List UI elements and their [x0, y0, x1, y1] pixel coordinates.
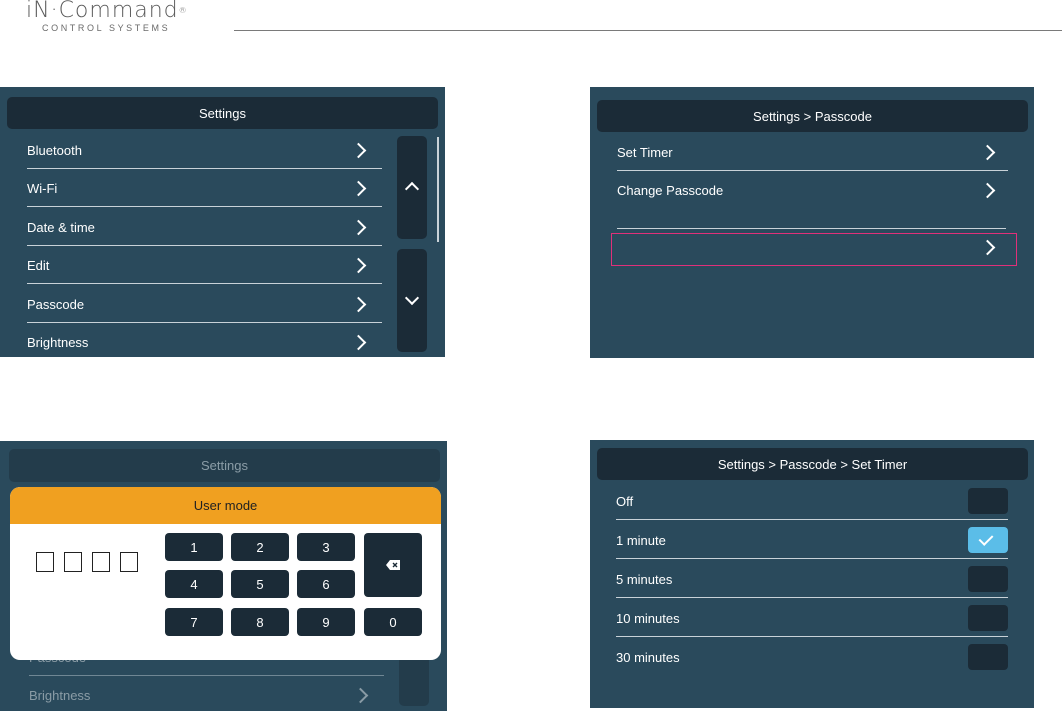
timer-option-30-minutes[interactable]: 30 minutes	[616, 644, 966, 670]
key-label: 9	[322, 614, 330, 630]
key-label: 6	[322, 576, 330, 592]
divider	[27, 245, 382, 246]
timer-option-label: 30 minutes	[616, 649, 680, 665]
settings-item-label: Wi-Fi	[27, 180, 58, 196]
timer-option-1-minute[interactable]: 1 minute	[616, 527, 966, 553]
brand-name: iN·Command	[26, 0, 179, 23]
settings-item-brightness[interactable]: Brightness	[27, 329, 382, 355]
passcode-item-label: Set Timer	[617, 144, 673, 160]
passcode-dialog: User mode 1 2 3 4 5 6 7 8 9 0	[10, 487, 441, 660]
timer-option-checkbox[interactable]	[968, 644, 1008, 670]
settings-item-label: Date & time	[27, 219, 95, 235]
settings-item-bluetooth[interactable]: Bluetooth	[27, 137, 382, 163]
timer-option-checkbox[interactable]	[968, 566, 1008, 592]
settings-item-label: Bluetooth	[27, 142, 82, 158]
settings-item-label: Brightness	[27, 334, 89, 350]
brand-reg-mark: ®	[178, 6, 188, 15]
divider	[27, 322, 382, 323]
divider	[27, 206, 382, 207]
page-title: Settings	[7, 97, 438, 129]
passcode-item-set-timer[interactable]: Set Timer	[617, 139, 1007, 165]
divider	[616, 636, 1008, 637]
pin-digit-box	[36, 552, 54, 572]
backspace-icon	[386, 560, 400, 570]
pin-digit-box	[64, 552, 82, 572]
scroll-up-button[interactable]	[397, 136, 427, 239]
pin-digit-box	[120, 552, 138, 572]
passcode-item-label: Change Passcode	[617, 182, 724, 198]
settings-item-label: Edit	[27, 257, 50, 273]
timer-option-label: 1 minute	[616, 532, 666, 548]
key-2[interactable]: 2	[231, 533, 289, 561]
settings-item-brightness: Brightness	[29, 682, 369, 708]
highlighted-empty-item[interactable]	[611, 233, 1017, 266]
set-timer-panel: Settings > Passcode > Set Timer Off 1 mi…	[590, 440, 1034, 708]
divider	[617, 170, 1008, 171]
divider	[617, 228, 1006, 229]
timer-option-label: Off	[616, 493, 634, 509]
key-label: 5	[256, 576, 264, 592]
scrollbar[interactable]	[437, 137, 439, 242]
key-label: 3	[322, 539, 330, 555]
key-label: 4	[190, 576, 198, 592]
page-title: Settings	[9, 449, 440, 482]
key-4[interactable]: 4	[165, 570, 223, 598]
dialog-title: User mode	[10, 487, 441, 524]
pin-digit-box	[92, 552, 110, 572]
chevron-up-icon	[404, 181, 420, 197]
timer-option-off[interactable]: Off	[616, 488, 966, 514]
key-3[interactable]: 3	[297, 533, 355, 561]
key-label: 1	[190, 539, 198, 555]
backspace-button[interactable]	[364, 533, 422, 597]
header-divider	[234, 30, 1062, 31]
settings-item-label: Brightness	[29, 687, 91, 703]
passcode-item-change-passcode[interactable]: Change Passcode	[617, 177, 1007, 203]
user-mode-panel: Settings Passcode Brightness User mode 1…	[0, 441, 447, 711]
settings-panel: Settings Bluetooth Wi-Fi Date & time Edi…	[0, 87, 445, 357]
key-0[interactable]: 0	[364, 608, 422, 636]
brand-tagline: CONTROL SYSTEMS	[42, 23, 171, 33]
key-label: 2	[256, 539, 264, 555]
divider	[616, 519, 1008, 520]
timer-option-10-minutes[interactable]: 10 minutes	[616, 605, 966, 631]
passcode-panel: Settings > Passcode Set Timer Change Pas…	[590, 87, 1034, 358]
brand-logo: iN·Command® CONTROL SYSTEMS	[26, 0, 188, 33]
timer-option-checkbox[interactable]	[968, 605, 1008, 631]
key-9[interactable]: 9	[297, 608, 355, 636]
timer-option-5-minutes[interactable]: 5 minutes	[616, 566, 966, 592]
settings-item-edit[interactable]: Edit	[27, 252, 382, 278]
settings-item-wifi[interactable]: Wi-Fi	[27, 175, 382, 201]
key-7[interactable]: 7	[165, 608, 223, 636]
key-label: 8	[256, 614, 264, 630]
checkmark-icon	[978, 531, 994, 546]
page-title: Settings > Passcode > Set Timer	[597, 448, 1028, 480]
divider	[27, 283, 382, 284]
key-5[interactable]: 5	[231, 570, 289, 598]
key-label: 0	[389, 614, 397, 630]
divider	[616, 558, 1008, 559]
timer-option-checkbox[interactable]	[968, 488, 1008, 514]
divider	[27, 168, 382, 169]
key-6[interactable]: 6	[297, 570, 355, 598]
settings-item-label: Passcode	[27, 296, 85, 312]
key-8[interactable]: 8	[231, 608, 289, 636]
chevron-down-icon	[404, 290, 420, 306]
divider	[616, 597, 1008, 598]
settings-item-date-time[interactable]: Date & time	[27, 214, 382, 240]
timer-option-label: 10 minutes	[616, 610, 680, 626]
timer-option-checkbox-selected[interactable]	[968, 527, 1008, 553]
timer-option-label: 5 minutes	[616, 571, 673, 587]
settings-item-passcode[interactable]: Passcode	[27, 291, 382, 317]
scroll-down-button[interactable]	[397, 249, 427, 352]
key-1[interactable]: 1	[165, 533, 223, 561]
key-label: 7	[190, 614, 198, 630]
divider	[29, 675, 384, 676]
page-title: Settings > Passcode	[597, 100, 1028, 132]
scroll-down-button	[399, 656, 429, 706]
